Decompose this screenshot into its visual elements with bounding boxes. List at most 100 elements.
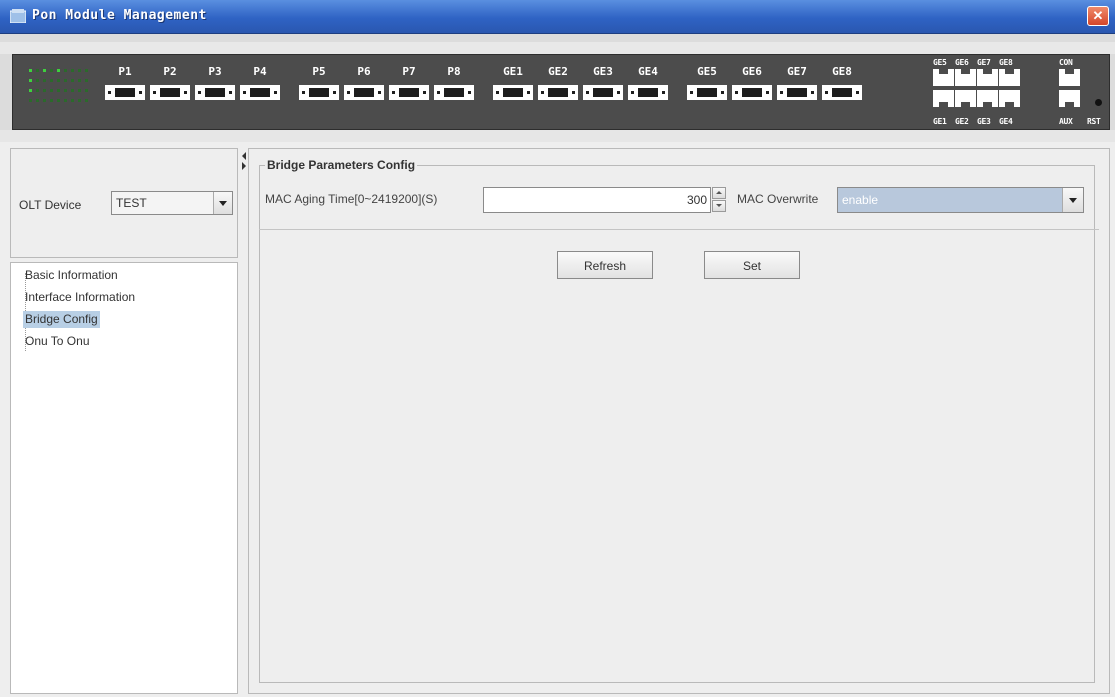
rj45-port[interactable] <box>933 69 954 86</box>
status-led <box>50 79 53 82</box>
fiber-port[interactable] <box>240 85 280 100</box>
port-icon <box>434 85 474 100</box>
port-label-ge7: GE7 <box>787 65 807 78</box>
rj45-bottom-label: GE1 <box>933 117 947 126</box>
rj45-port[interactable] <box>955 90 976 107</box>
fiber-port[interactable] <box>687 85 727 100</box>
status-led <box>29 89 32 92</box>
rj45-top-label: GE5 <box>933 58 947 67</box>
fiber-port[interactable] <box>389 85 429 100</box>
app-icon <box>10 9 26 23</box>
fiber-port[interactable] <box>434 85 474 100</box>
status-led <box>29 99 32 102</box>
fiber-port[interactable] <box>732 85 772 100</box>
mac-overwrite-select[interactable]: enable <box>837 187 1084 213</box>
fiber-port[interactable] <box>105 85 145 100</box>
port-icon <box>822 85 862 100</box>
fiber-port[interactable] <box>344 85 384 100</box>
fiber-port[interactable] <box>777 85 817 100</box>
fiber-port[interactable] <box>299 85 339 100</box>
status-leds <box>29 69 97 111</box>
fiber-port[interactable] <box>150 85 190 100</box>
collapse-left-icon[interactable] <box>242 152 246 160</box>
status-led <box>36 89 39 92</box>
olt-device-panel-left: OLT Device TEST <box>10 148 238 258</box>
bridge-config-panel: Bridge Parameters Config MAC Aging Time[… <box>248 148 1110 694</box>
refresh-button[interactable]: Refresh <box>557 251 653 279</box>
mac-aging-time-spinner <box>712 187 726 213</box>
spinner-down-button[interactable] <box>712 200 726 212</box>
status-led <box>43 89 46 92</box>
status-led <box>29 79 32 82</box>
rj45-port[interactable] <box>933 90 954 107</box>
mac-overwrite-value: enable <box>842 193 879 207</box>
rj45-port[interactable] <box>955 69 976 86</box>
status-led <box>85 79 88 82</box>
tree-item-interface-information[interactable]: Interface Information <box>23 289 137 306</box>
spinner-up-button[interactable] <box>712 187 726 199</box>
fiber-port[interactable] <box>195 85 235 100</box>
tree-item-bridge-config[interactable]: Bridge Config <box>23 311 100 328</box>
rj45-port[interactable] <box>977 90 998 107</box>
status-led <box>64 69 67 72</box>
port-label-ge8: GE8 <box>832 65 852 78</box>
port-label-p3: P3 <box>208 65 222 78</box>
expand-right-icon[interactable] <box>242 162 246 170</box>
panel-splitter[interactable] <box>240 148 248 694</box>
status-led <box>78 79 81 82</box>
status-led <box>71 69 74 72</box>
chevron-down-icon <box>219 201 227 206</box>
mac-overwrite-label: MAC Overwrite <box>737 192 819 206</box>
rj45-top-label: GE7 <box>977 58 991 67</box>
status-led <box>85 89 88 92</box>
port-icon <box>493 85 533 100</box>
reset-label: RST <box>1087 117 1101 126</box>
status-led <box>85 99 88 102</box>
rj45-port[interactable] <box>977 69 998 86</box>
status-led <box>50 69 53 72</box>
olt-device-dropdown-button[interactable] <box>213 192 232 214</box>
status-led <box>29 69 32 72</box>
fiber-port[interactable] <box>628 85 668 100</box>
tree-item-basic-information[interactable]: Basic Information <box>23 267 120 284</box>
port-icon <box>687 85 727 100</box>
port-icon <box>150 85 190 100</box>
port-label-ge4: GE4 <box>638 65 658 78</box>
fiber-port[interactable] <box>538 85 578 100</box>
arrow-up-icon <box>716 191 722 194</box>
fiber-port[interactable] <box>583 85 623 100</box>
fiber-port[interactable] <box>493 85 533 100</box>
reset-button[interactable] <box>1095 99 1102 106</box>
mac-overwrite-dropdown-button[interactable] <box>1062 188 1083 212</box>
olt-device-value: TEST <box>116 196 147 210</box>
status-led <box>43 99 46 102</box>
status-led <box>71 89 74 92</box>
tree-item-onu-to-onu[interactable]: Onu To Onu <box>23 333 92 350</box>
port-icon <box>105 85 145 100</box>
rj45-port[interactable] <box>999 69 1020 86</box>
status-led <box>85 69 88 72</box>
olt-device-select[interactable]: TEST <box>111 191 233 215</box>
port-label-p4: P4 <box>253 65 267 78</box>
fiber-port[interactable] <box>822 85 862 100</box>
port-icon <box>389 85 429 100</box>
port-label-p7: P7 <box>402 65 416 78</box>
status-led <box>36 69 39 72</box>
status-led <box>57 79 60 82</box>
aux-label: AUX <box>1059 117 1073 126</box>
close-icon[interactable]: ✕ <box>1087 6 1109 26</box>
status-led <box>50 99 53 102</box>
status-led <box>71 79 74 82</box>
set-button[interactable]: Set <box>704 251 800 279</box>
status-led <box>64 99 67 102</box>
port-label-p6: P6 <box>357 65 371 78</box>
mac-aging-time-input[interactable] <box>483 187 711 213</box>
port-label-ge5: GE5 <box>697 65 717 78</box>
rj45-port[interactable] <box>999 90 1020 107</box>
mac-aging-time-label: MAC Aging Time[0~2419200](S) <box>265 192 438 206</box>
aux-port[interactable] <box>1059 90 1080 107</box>
status-led <box>43 69 46 72</box>
status-led <box>43 79 46 82</box>
console-port[interactable] <box>1059 69 1080 86</box>
arrow-down-icon <box>716 204 722 207</box>
